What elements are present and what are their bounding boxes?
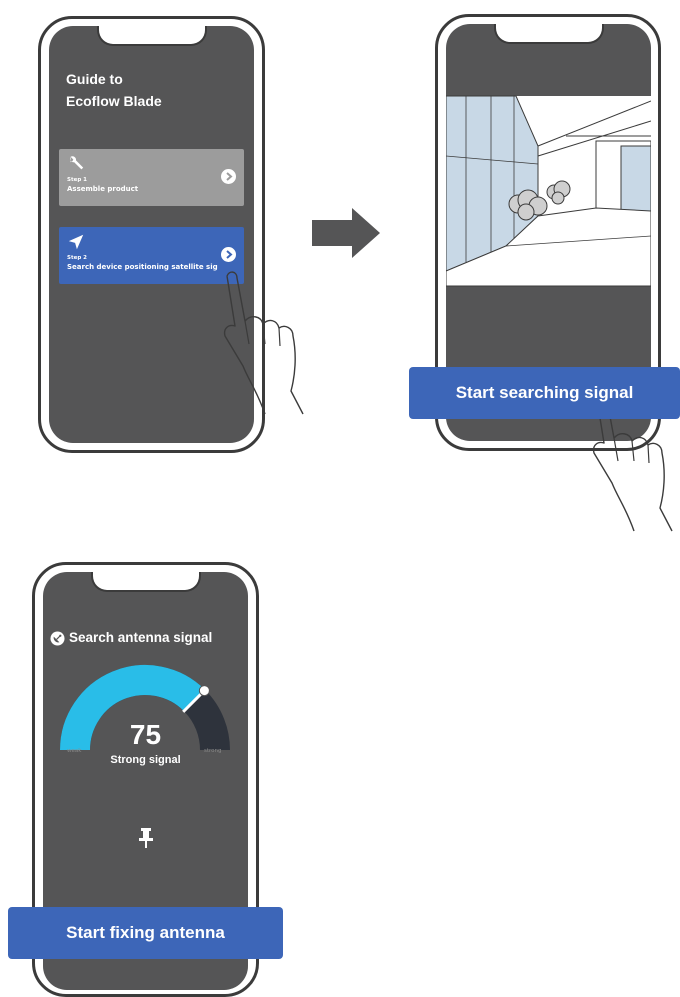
step-1-label: Assemble product bbox=[67, 185, 139, 193]
step-2-go-button[interactable] bbox=[221, 247, 236, 262]
guide-title: Guide to Ecoflow Blade bbox=[66, 68, 162, 112]
wrench-icon bbox=[70, 156, 84, 170]
phone-notch bbox=[96, 26, 207, 46]
start-fixing-antenna-button[interactable]: Start fixing antenna bbox=[8, 907, 283, 959]
step-1-card[interactable]: Step 1 Assemble product bbox=[59, 149, 244, 206]
chevron-right-icon bbox=[226, 172, 233, 181]
guide-title-line1: Guide to bbox=[66, 71, 123, 87]
right-arrow-icon bbox=[312, 208, 380, 258]
signal-value: 75 bbox=[129, 719, 162, 750]
gauge-knob bbox=[198, 685, 210, 697]
phone-notch bbox=[493, 24, 604, 44]
phone-notch bbox=[90, 572, 201, 592]
guide-title-line2: Ecoflow Blade bbox=[66, 93, 162, 109]
step-2-label: Search device positioning satellite sig bbox=[67, 263, 218, 271]
pin-icon bbox=[139, 828, 153, 848]
chevron-right-icon bbox=[226, 250, 233, 259]
step-1-number: Step 1 bbox=[67, 177, 87, 183]
hand-pointer-icon bbox=[223, 271, 304, 415]
step-2-number: Step 2 bbox=[67, 255, 87, 261]
navigation-arrow-icon bbox=[68, 234, 84, 250]
signal-status: Strong signal bbox=[110, 754, 181, 766]
camera-preview bbox=[446, 95, 651, 287]
step-1-go-button[interactable] bbox=[221, 169, 236, 184]
start-searching-signal-button[interactable]: Start searching signal bbox=[409, 367, 680, 419]
